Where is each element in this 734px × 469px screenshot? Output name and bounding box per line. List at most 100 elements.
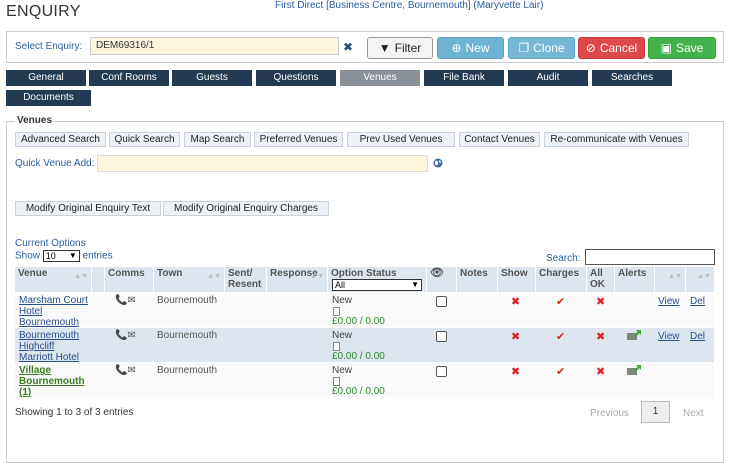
table-row: Bournemouth Highcliff Marriott Hotel 📞✉ … [15,328,714,363]
document-icon[interactable] [333,377,340,386]
document-icon[interactable] [333,307,340,316]
document-icon[interactable] [333,342,340,351]
phone-icon[interactable]: 📞 [115,330,127,341]
col-alerts[interactable]: Alerts [615,267,654,292]
ban-icon: ⊘ [585,41,596,55]
select-checkbox[interactable] [436,366,447,377]
mail-icon[interactable]: ✉ [127,295,135,306]
cancel-button[interactable]: ⊘ Cancel [578,37,645,59]
del-link[interactable]: Del [690,331,705,342]
select-checkbox[interactable] [436,331,447,342]
new-button[interactable]: ⊕ New [437,37,504,59]
col-comms[interactable]: Comms [105,267,153,292]
col-sent-label: Sent/ Resent [228,268,262,290]
tab-file-bank[interactable]: File Bank [424,70,504,86]
col-notes-label: Notes [460,268,488,279]
recommunicate-venues-button[interactable]: Re-communicate with Venues [544,132,689,147]
option-status-cell: New £0.00 / 0.00 [332,365,385,397]
col-all-ok[interactable]: All OK [587,267,614,292]
mail-icon[interactable]: ✉ [127,330,135,341]
current-options-label: Current Options [15,238,86,249]
check-icon: ✔ [556,366,566,378]
phone-icon[interactable]: 📞 [115,365,127,376]
venue-link[interactable]: Village Bournemouth (1) [19,365,91,398]
pagination-previous[interactable]: Previous [590,408,629,419]
status-amount: £0.00 / 0.00 [332,386,385,397]
col-town[interactable]: Town ▲▼ [154,267,224,292]
advanced-search-button[interactable]: Advanced Search [15,132,106,147]
cancel-label: Cancel [599,41,638,55]
venue-link[interactable]: Bournemouth Highcliff Marriott Hotel [19,330,91,363]
col-notes[interactable]: Notes [457,267,497,292]
sort-icon: ▲▼ [207,273,221,280]
tab-venues[interactable]: Venues [340,70,420,86]
pagination-page-1[interactable]: 1 [641,401,670,423]
cross-icon: ✖ [596,366,606,378]
cross-icon: ✖ [511,296,521,308]
table-row: Village Bournemouth (1) 📞✉ Bournemouth N… [15,363,714,398]
search-input[interactable] [585,249,715,265]
globe-icon[interactable] [433,158,443,168]
town-cell: Bournemouth [157,295,218,306]
enquiry-bar: Select Enquiry: DEM69316/1 ✖ ▼ Filter ⊕ Ne… [6,31,724,63]
col-show[interactable]: Show [498,267,535,292]
select-enquiry-input[interactable]: DEM69316/1 [90,37,339,55]
col-sent[interactable]: Sent/ Resent [225,267,266,292]
alert-icon[interactable] [627,330,641,340]
mail-icon[interactable]: ✉ [127,365,135,376]
quick-search-button[interactable]: Quick Search [109,132,180,147]
filter-button[interactable]: ▼ Filter [367,37,433,59]
preferred-venues-button[interactable]: Preferred Venues [254,132,343,147]
select-checkbox[interactable] [436,296,447,307]
page-length-select[interactable]: 10 ▼ [42,250,80,262]
save-button[interactable]: ▣ Save [648,37,716,59]
clone-button[interactable]: ❐ Clone [508,37,575,59]
col-venue[interactable]: Venue ▲▼ [15,267,91,292]
chevron-down-icon: ▼ [68,251,77,260]
tab-guests[interactable]: Guests [172,70,252,86]
show-label: Show [15,250,41,262]
tab-audit[interactable]: Audit [508,70,588,86]
tab-searches[interactable]: Searches [592,70,672,86]
tab-questions[interactable]: Questions [256,70,336,86]
option-status-cell: New £0.00 / 0.00 [332,330,385,362]
pagination-next[interactable]: Next [683,408,704,419]
map-search-button[interactable]: Map Search [184,132,251,147]
option-status-cell: New £0.00 / 0.00 [332,295,385,327]
cross-icon: ✖ [596,296,606,308]
new-label: New [465,41,490,55]
col-charges[interactable]: Charges [536,267,586,292]
status-amount: £0.00 / 0.00 [332,351,385,362]
view-link[interactable]: View [658,296,680,307]
quick-venue-add-input[interactable] [97,155,428,172]
contact-venues-button[interactable]: Contact Venues [459,132,540,147]
option-status-filter[interactable]: All ▼ [332,279,422,291]
entries-label: entries [82,250,113,262]
col-eye[interactable]: 👁 [427,267,456,292]
prev-used-venues-button[interactable]: Prev Used Venues [347,132,455,147]
status-text: New [332,295,353,306]
alert-icon[interactable] [627,365,641,375]
phone-icon[interactable]: 📞 [115,295,127,306]
col-alerts-label: Alerts [618,268,647,279]
tab-documents[interactable]: Documents [6,90,91,106]
table-row: Marsham Court Hotel Bournemouth 📞✉ Bourn… [15,293,714,328]
close-icon[interactable]: ✖ [343,40,353,54]
page-title: ENQUIRY [6,3,81,20]
option-status-filter-value: All [335,280,346,290]
view-link[interactable]: View [658,331,680,342]
col-option-status-label: Option Status [331,268,397,279]
tab-general[interactable]: General [6,70,86,86]
venue-link[interactable]: Marsham Court Hotel Bournemouth [19,295,91,328]
eye-icon: 👁 [430,267,444,279]
modify-enquiry-charges-button[interactable]: Modify Original Enquiry Charges [163,201,329,216]
tab-conf-rooms[interactable]: Conf Rooms [89,70,169,86]
sort-icon: ▲▼ [310,273,324,280]
col-town-label: Town [157,268,183,279]
quick-venue-add-label: Quick Venue Add: [15,158,95,169]
col-del: ▲▼ [686,267,714,292]
floppy-icon: ▣ [660,41,672,55]
modify-enquiry-text-button[interactable]: Modify Original Enquiry Text [15,201,161,216]
col-response[interactable]: Response ▲▼ [267,267,327,292]
del-link[interactable]: Del [690,296,705,307]
